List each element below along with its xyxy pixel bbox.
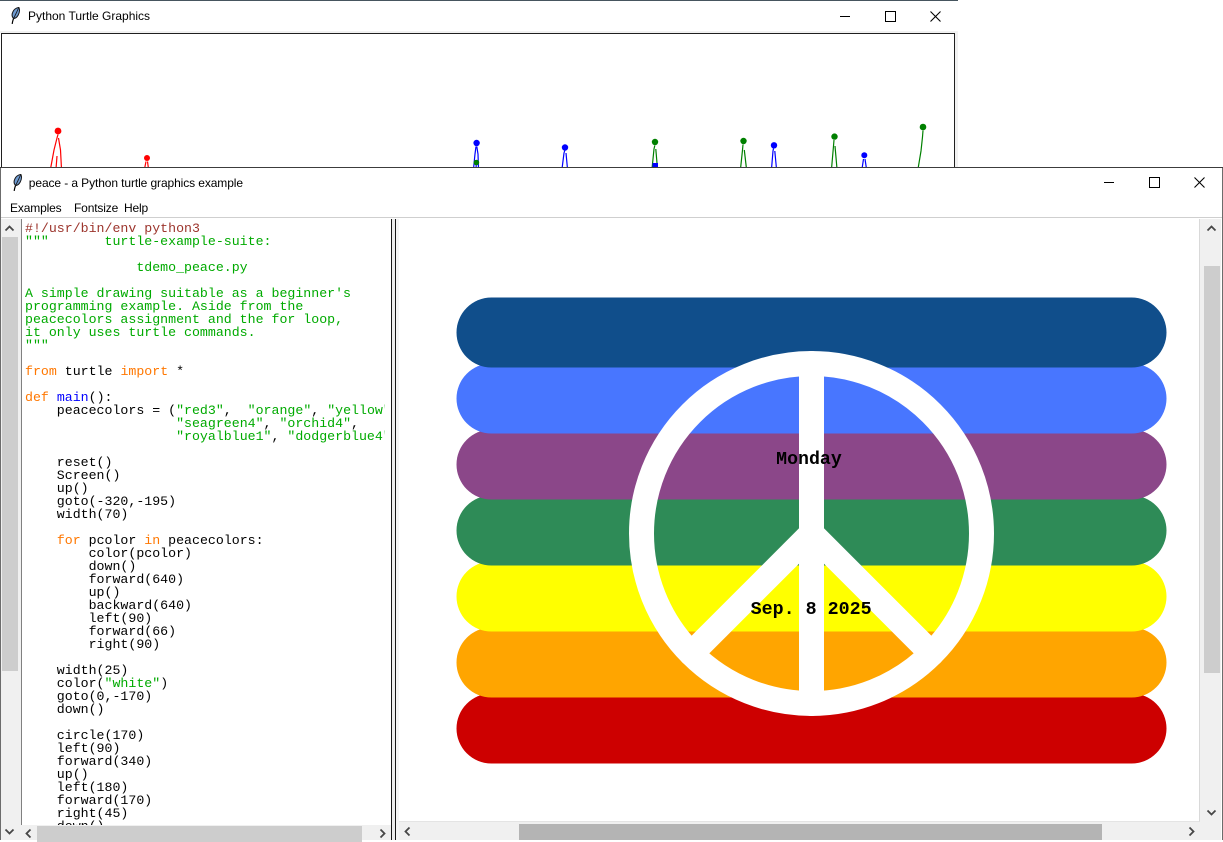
svg-text:Sep. 8 2025: Sep. 8 2025 <box>751 600 872 620</box>
svg-text:Monday: Monday <box>776 450 842 470</box>
